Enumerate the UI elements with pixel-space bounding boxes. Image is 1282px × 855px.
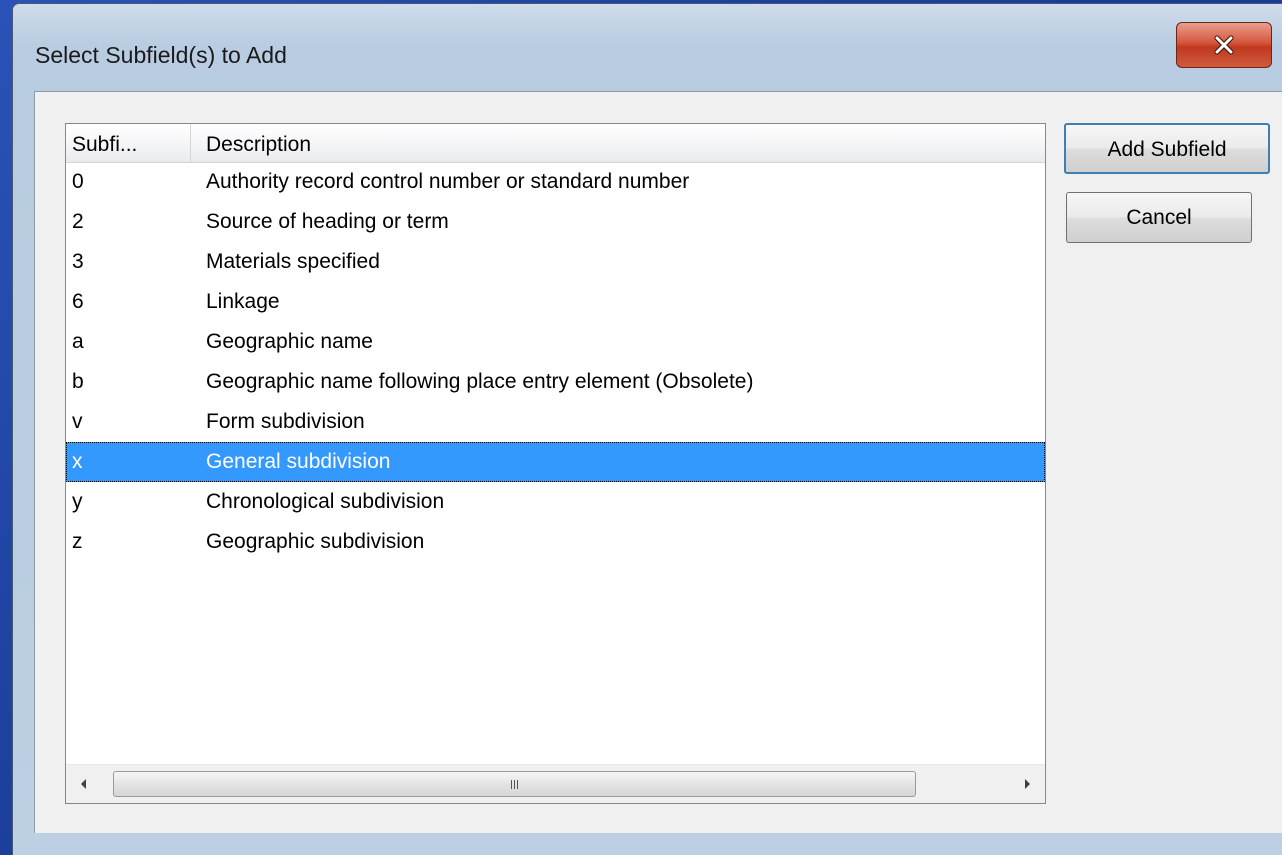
subfield-code: v [72,410,83,433]
dialog-window: Select Subfield(s) to Add Subfi... Descr… [12,3,1282,855]
list-header: Subfi... Description [66,124,1045,163]
list-item[interactable]: 6 Linkage [66,282,1045,322]
subfield-code: b [72,370,84,393]
scroll-right-arrow-icon [1025,779,1030,789]
close-icon [1214,35,1234,55]
list-item[interactable]: x General subdivision [66,442,1045,482]
close-button[interactable] [1176,22,1272,68]
subfield-description: Authority record control number or stand… [206,170,690,193]
column-header-subfield[interactable]: Subfi... [66,124,191,162]
list-item[interactable]: 3 Materials specified [66,242,1045,282]
subfield-list[interactable]: Subfi... Description 0 Authority record c… [65,123,1046,804]
subfield-code: y [72,490,83,513]
dialog-title: Select Subfield(s) to Add [35,42,287,68]
horizontal-scrollbar[interactable] [66,764,1045,803]
list-item[interactable]: 2 Source of heading or term [66,202,1045,242]
cancel-button[interactable]: Cancel [1066,192,1252,243]
scroll-grip-icon [511,779,518,789]
subfield-description: Materials specified [206,250,380,273]
subfield-description: Geographic subdivision [206,530,425,553]
subfield-description: Linkage [206,290,280,313]
subfield-code: 3 [72,250,84,273]
list-item[interactable]: 0 Authority record control number or stan… [66,162,1045,202]
column-header-description[interactable]: Description [191,124,1045,162]
list-item[interactable]: y Chronological subdivision [66,482,1045,522]
subfield-code: a [72,330,84,353]
subfield-description: Geographic name [206,330,373,353]
scroll-thumb[interactable] [113,771,916,797]
subfield-description: Geographic name following place entry el… [206,370,754,393]
add-subfield-button[interactable]: Add Subfield [1064,123,1270,174]
list-item[interactable]: z Geographic subdivision [66,522,1045,562]
subfield-code: 0 [72,170,84,193]
subfield-description: General subdivision [206,450,391,473]
subfield-code: 2 [72,210,84,233]
scroll-left-button[interactable] [66,765,102,803]
list-item[interactable]: b Geographic name following place entry e… [66,362,1045,402]
subfield-code: x [72,450,83,473]
subfield-description: Form subdivision [206,410,365,433]
subfield-code: 6 [72,290,84,313]
dialog-client-area: Subfi... Description 0 Authority record c… [34,91,1282,833]
scroll-right-button[interactable] [1009,765,1045,803]
subfield-code: z [72,530,83,553]
list-item[interactable]: a Geographic name [66,322,1045,362]
scroll-left-arrow-icon [81,779,86,789]
subfield-description: Source of heading or term [206,210,449,233]
title-bar[interactable]: Select Subfield(s) to Add [13,4,1282,86]
subfield-description: Chronological subdivision [206,490,445,513]
list-rows: 0 Authority record control number or stan… [66,162,1045,562]
list-item[interactable]: v Form subdivision [66,402,1045,442]
